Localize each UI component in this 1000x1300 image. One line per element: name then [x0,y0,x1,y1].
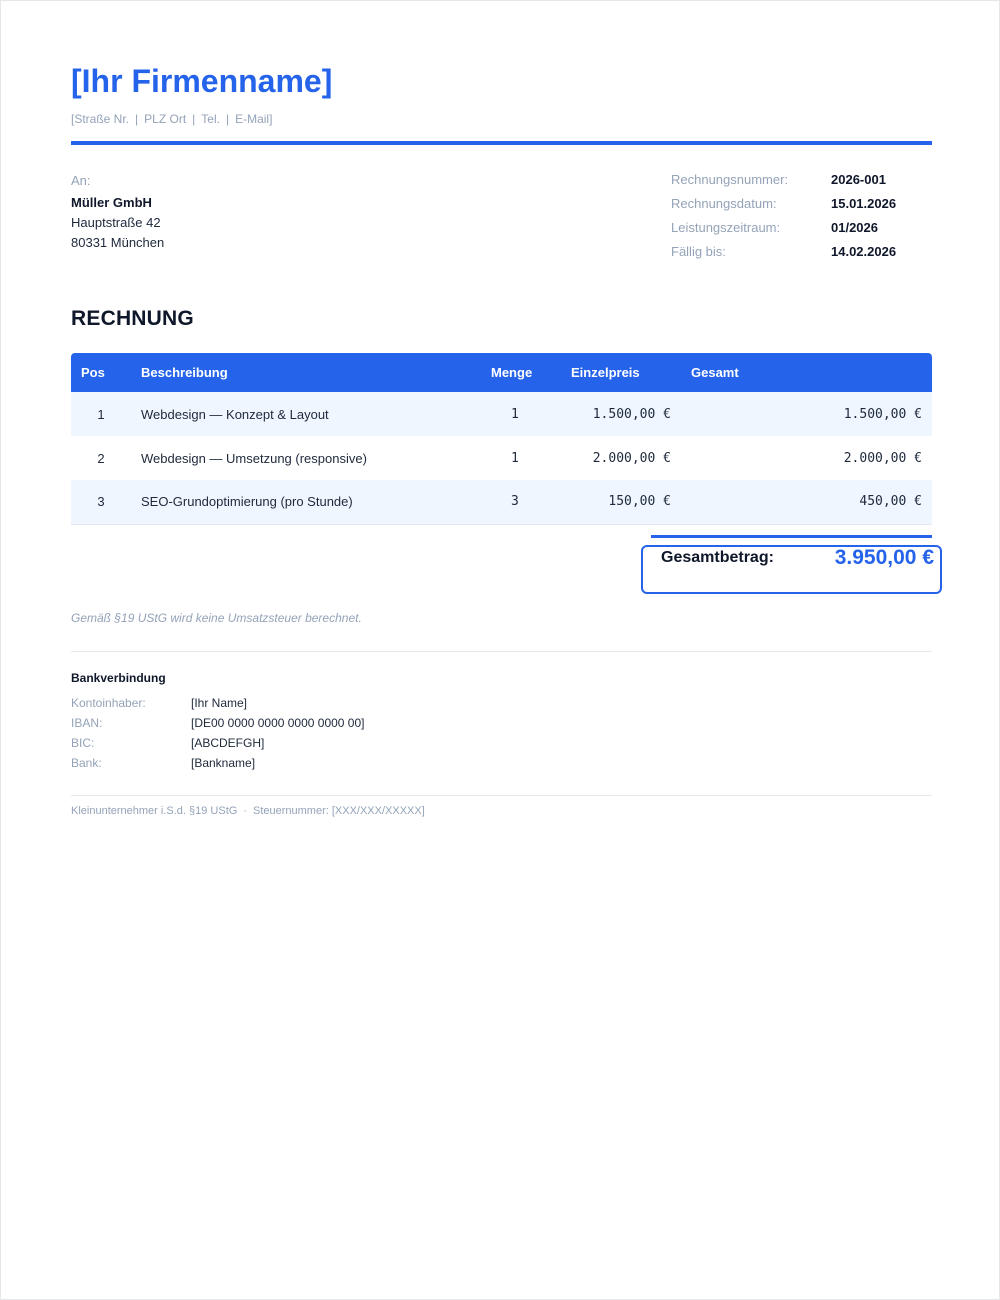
recipient-name: Müller GmbH [71,195,152,210]
meta-label: Leistungszeitraum: [671,220,781,235]
header-pos: Pos [81,365,105,380]
meta-row-service-period: Leistungszeitraum: 01/2026 [671,217,932,241]
meta-row-due-date: Fällig bis: 14.02.2026 [671,241,932,265]
cell-unit-price: 2.000,00 € [592,450,671,466]
company-address: [Straße Nr. | PLZ Ort | Tel. | E-Mail] [71,111,272,127]
header-total: Gesamt [691,365,739,380]
header-description: Beschreibung [141,365,228,380]
address-separator: | [192,112,196,126]
footer: Kleinunternehmer i.S.d. §19 UStG · Steuern… [71,805,425,817]
invoice-date: 15.01.2026 [831,196,897,211]
footer-separator: · [243,805,247,817]
cell-pos: 2 [97,450,105,466]
company-name: [Ihr Firmenname] [71,63,333,99]
due-date: 14.02.2026 [831,244,897,259]
account-holder: [Ihr Name] [191,696,248,710]
cell-quantity: 3 [511,494,519,510]
header-divider [71,141,932,145]
bank-row-account-holder: Kontoinhaber: [Ihr Name] [71,693,364,713]
document-title: RECHNUNG [71,307,194,330]
address-city: PLZ Ort [144,112,187,126]
cell-pos: 1 [97,406,105,422]
cell-pos: 3 [97,494,105,510]
meta-row-invoice-date: Rechnungsdatum: 15.01.2026 [671,193,932,217]
cell-unit-price: 150,00 € [608,494,671,510]
cell-total: 450,00 € [859,494,922,510]
table-row: 3 SEO-Grundoptimierung (pro Stunde) 3 15… [71,480,932,524]
bank-name: [Bankname] [191,756,256,770]
address-email: E-Mail] [235,112,273,126]
service-period: 01/2026 [831,220,878,235]
recipient-city: 80331 München [71,235,165,250]
meta-label: Fällig bis: [671,244,726,259]
cell-description: Webdesign — Konzept & Layout [141,406,329,422]
cell-total: 2.000,00 € [843,450,922,466]
address-street: [Straße Nr. [71,112,130,126]
recipient-label: An: [71,173,91,188]
cell-unit-price: 1.500,00 € [592,406,671,422]
address-separator: | [135,112,139,126]
bank-label: BIC: [71,736,95,750]
bank-label: IBAN: [71,716,103,730]
footer-divider [71,795,932,796]
footer-small-business-note: Kleinunternehmer i.S.d. §19 UStG [71,805,238,817]
cell-total: 1.500,00 € [843,406,922,422]
address-separator: | [225,112,230,126]
table-header-row: Pos Beschreibung Menge Einzelpreis Gesam… [71,353,932,392]
bank-row-iban: IBAN: [DE00 0000 0000 0000 0000 00] [71,713,364,733]
header-unit-price: Einzelpreis [571,365,640,380]
bank-title: Bankverbindung [71,671,166,685]
invoice-page: [Ihr Firmenname] [Straße Nr. | PLZ Ort | Tel… [0,0,1000,1300]
cell-quantity: 1 [511,406,519,422]
header-quantity: Menge [491,365,533,380]
meta-label: Rechnungsdatum: [671,196,777,211]
cell-description: SEO-Grundoptimierung (pro Stunde) [141,494,353,510]
address-phone: Tel. [201,112,220,126]
invoice-meta: Rechnungsnummer: 2026-001 Rechnungsdatum… [671,169,932,265]
total-amount: 3.950,00 € [834,546,934,569]
tax-note: Gemäß §19 UStG wird keine Umsatzsteuer b… [71,611,362,625]
line-items-table: Pos Beschreibung Menge Einzelpreis Gesam… [71,353,932,525]
cell-description: Webdesign — Umsetzung (responsive) [141,450,367,466]
bank-details: Bankverbindung Kontoinhaber: [Ihr Name] … [71,671,364,773]
invoice-number: 2026-001 [831,172,886,187]
iban-value: [DE00 0000 0000 0000 0000 00] [191,716,365,730]
table-row: 2 Webdesign — Umsetzung (responsive) 1 2… [71,436,932,480]
bic-value: [ABCDEFGH] [191,736,265,750]
recipient-block: An: Müller GmbH Hauptstraße 42 80331 Mün… [71,171,164,253]
bank-label: Kontoinhaber: [71,696,146,710]
section-divider [71,651,932,652]
bank-label: Bank: [71,756,102,770]
total-divider [651,535,932,538]
bank-row-bic: BIC: [ABCDEFGH] [71,733,364,753]
total-box: Gesamtbetrag: 3.950,00 € [641,545,942,594]
table-row: 1 Webdesign — Konzept & Layout 1 1.500,0… [71,392,932,436]
total-label: Gesamtbetrag: [661,549,774,566]
cell-quantity: 1 [511,450,519,466]
bank-row-bank-name: Bank: [Bankname] [71,753,364,773]
meta-row-invoice-number: Rechnungsnummer: 2026-001 [671,169,932,193]
meta-label: Rechnungsnummer: [671,172,789,187]
footer-tax-number: Steuernummer: [XXX/XXX/XXXXX] [252,805,425,817]
recipient-street: Hauptstraße 42 [71,215,161,230]
